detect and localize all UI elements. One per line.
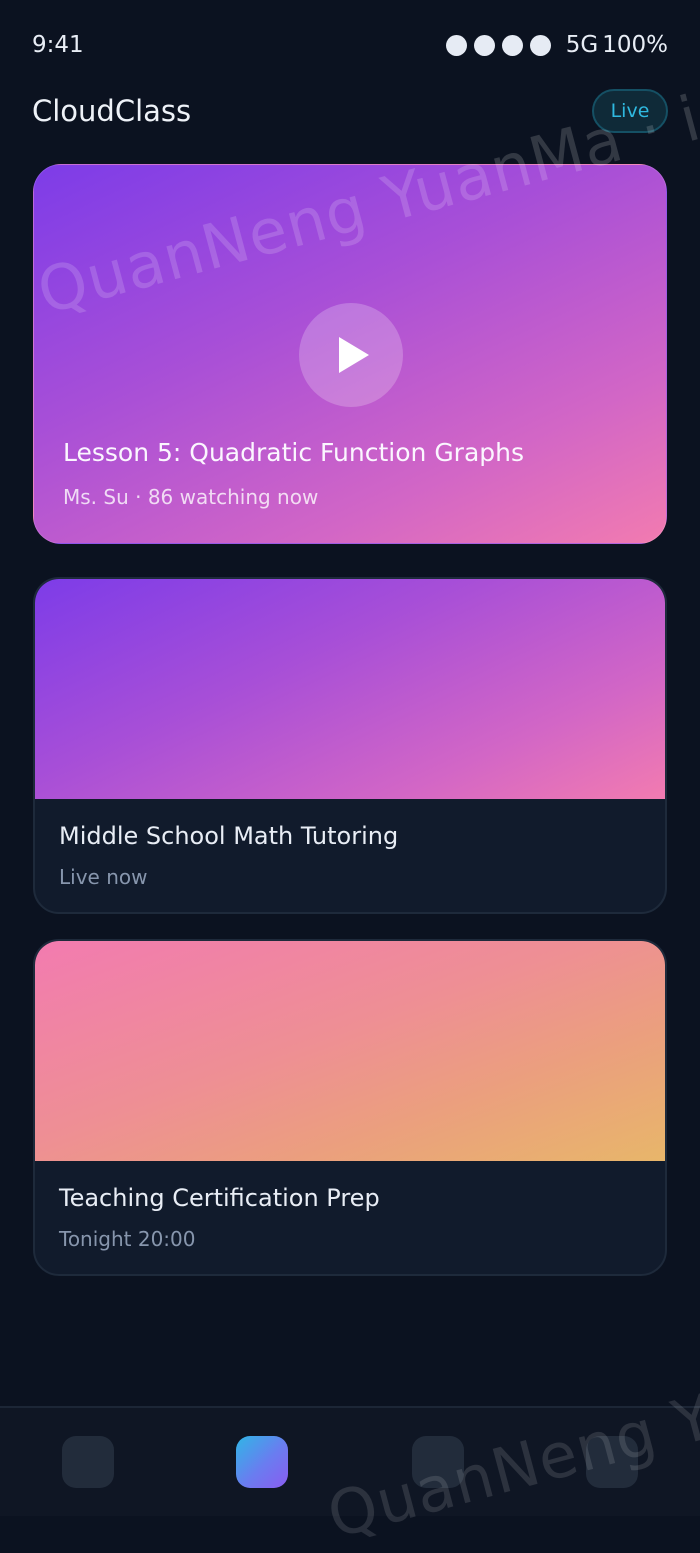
bottom-tab-bar xyxy=(0,1406,700,1516)
play-icon xyxy=(339,337,369,373)
tab-profile-icon[interactable] xyxy=(586,1436,638,1488)
course-status: Live now xyxy=(59,865,148,889)
app-title: CloudClass xyxy=(32,94,192,128)
app-header: CloudClass Live xyxy=(32,86,668,136)
featured-lesson-meta: Ms. Su · 86 watching now xyxy=(63,485,319,509)
live-filter-button[interactable]: Live xyxy=(592,89,668,133)
course-card[interactable]: Middle School Math Tutoring Live now xyxy=(33,577,667,914)
signal-strength-icon xyxy=(445,34,467,56)
tab-home-icon[interactable] xyxy=(62,1436,114,1488)
status-indicators: 5G 100% xyxy=(445,32,668,58)
signal-strength-icon xyxy=(529,34,551,56)
course-title: Middle School Math Tutoring xyxy=(59,822,399,850)
featured-lesson-card[interactable]: Lesson 5: Quadratic Function Graphs Ms. … xyxy=(33,164,667,544)
network-type: 5G xyxy=(565,32,599,58)
course-thumbnail xyxy=(35,941,665,1161)
featured-lesson-title: Lesson 5: Quadratic Function Graphs xyxy=(63,438,525,467)
course-thumbnail xyxy=(35,579,665,799)
signal-strength-icon xyxy=(473,34,495,56)
play-button[interactable] xyxy=(299,303,403,407)
tab-courses-icon[interactable] xyxy=(412,1436,464,1488)
signal-strength-icon xyxy=(501,34,523,56)
status-time: 9:41 xyxy=(32,32,84,58)
course-card[interactable]: Teaching Certification Prep Tonight 20:0… xyxy=(33,939,667,1276)
tab-live-icon[interactable] xyxy=(236,1436,288,1488)
course-schedule: Tonight 20:00 xyxy=(59,1227,196,1251)
battery-level: 100% xyxy=(602,32,668,58)
course-title: Teaching Certification Prep xyxy=(59,1184,380,1212)
status-bar: 9:41 5G 100% xyxy=(32,28,668,62)
